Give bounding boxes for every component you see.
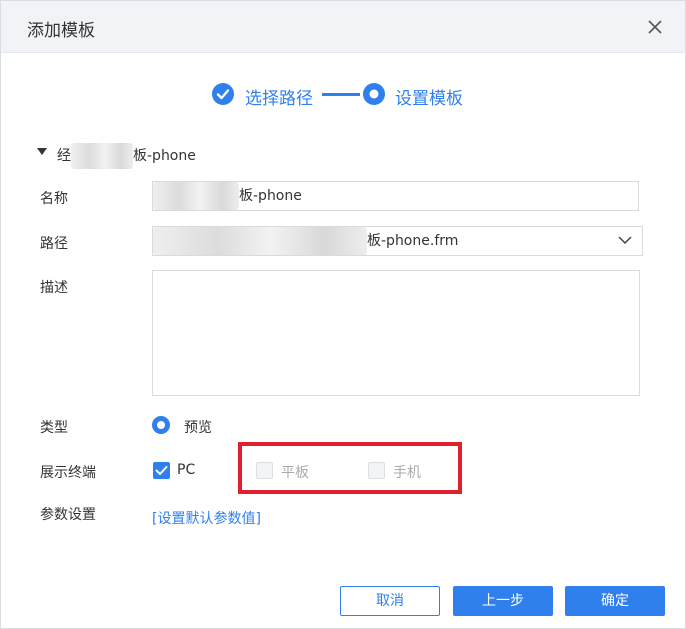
cancel-button[interactable]: 取消 (340, 586, 440, 616)
type-preview-label: 预览 (184, 420, 212, 436)
type-label: 类型 (40, 420, 68, 436)
caret-down-icon (37, 148, 47, 155)
terminal-label: 展示终端 (40, 465, 96, 481)
pc-checkbox[interactable] (153, 462, 170, 479)
pc-checkbox-label: PC (177, 462, 196, 478)
step-1-label: 选择路径 (245, 89, 313, 109)
close-icon[interactable] (645, 17, 665, 37)
chevron-down-icon (618, 236, 632, 245)
type-preview-radio[interactable] (152, 416, 170, 434)
section-title: 经板-phone (57, 143, 196, 169)
redacted-text (153, 227, 367, 255)
redacted-text (71, 143, 133, 169)
path-select[interactable]: 板-phone.frm (152, 226, 643, 256)
highlight-annotation-box (238, 442, 462, 494)
dialog-title: 添加模板 (27, 21, 95, 41)
redacted-text (153, 182, 239, 210)
description-label: 描述 (40, 280, 68, 296)
name-label: 名称 (40, 191, 68, 207)
params-label: 参数设置 (40, 507, 96, 523)
active-step-icon (363, 83, 385, 105)
name-input[interactable]: 板-phone (152, 181, 639, 211)
confirm-button[interactable]: 确定 (565, 586, 665, 616)
add-template-dialog: 添加模板 选择路径 设置模板 经板-phone 名称 板-phone 路径 板-… (0, 0, 686, 629)
previous-step-button[interactable]: 上一步 (453, 586, 553, 616)
check-circle-icon (212, 83, 234, 105)
check-icon (155, 466, 168, 475)
set-default-params-link[interactable]: [设置默认参数值] (152, 508, 261, 528)
dialog-header: 添加模板 (1, 1, 685, 53)
step-indicator: 选择路径 设置模板 (212, 81, 512, 109)
step-2-label: 设置模板 (395, 89, 463, 109)
path-label: 路径 (40, 236, 68, 252)
description-textarea[interactable] (152, 270, 640, 396)
step-connector (322, 93, 360, 96)
